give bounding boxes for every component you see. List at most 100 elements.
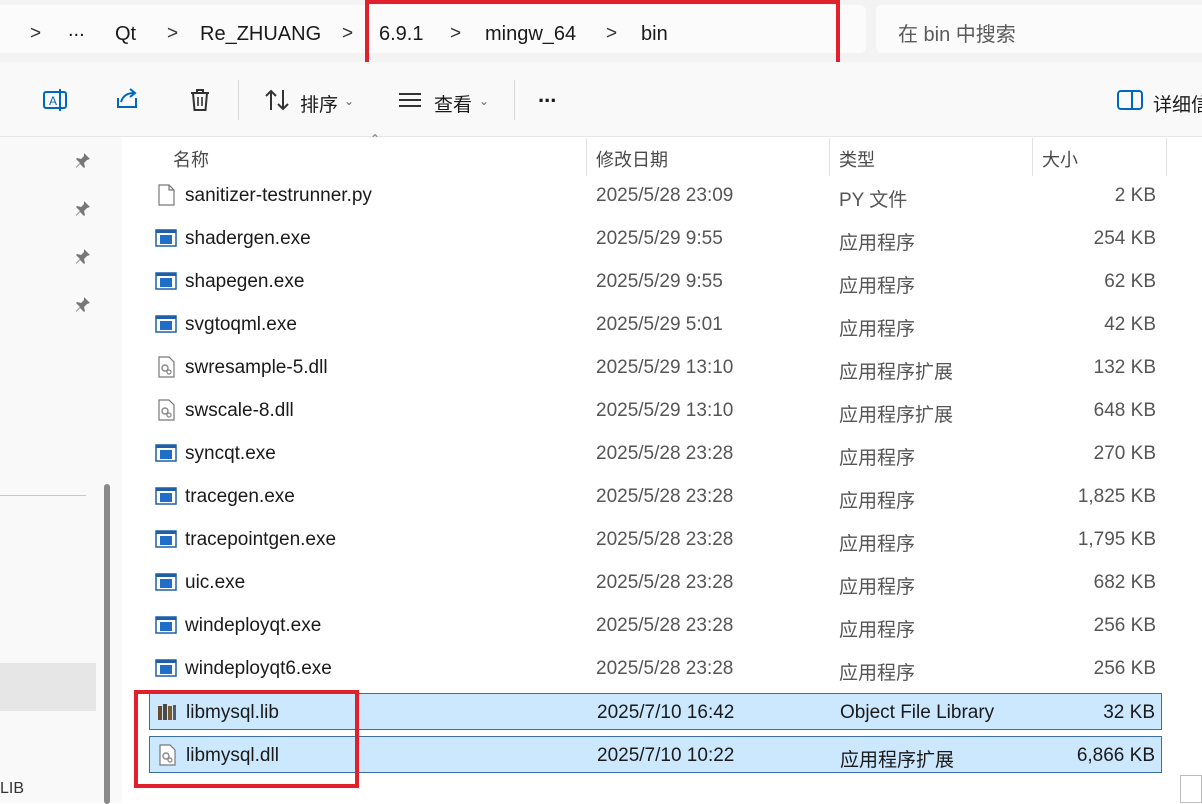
file-row[interactable]: sanitizer-testrunner.py 2025/5/28 23:09 PY… <box>149 177 1162 214</box>
file-size: 254 KB <box>1093 228 1156 249</box>
exe-icon <box>155 659 177 677</box>
toolbar-divider <box>238 80 239 120</box>
breadcrumb-qt[interactable]: Qt <box>115 23 136 46</box>
file-size: 648 KB <box>1093 400 1156 421</box>
file-row[interactable]: shapegen.exe 2025/5/29 9:55 应用程序 62 KB <box>149 263 1162 300</box>
file-type: 应用程序 <box>839 233 916 254</box>
command-bar: A 排序 ⌄ 查看 ⌄ ... 详细信 <box>0 62 1202 137</box>
file-name[interactable]: sanitizer-testrunner.py <box>185 185 372 207</box>
chevron-down-icon[interactable]: ⌄ <box>479 94 489 108</box>
file-type: 应用程序 <box>839 663 916 684</box>
file-type: 应用程序 <box>839 491 916 512</box>
file-name[interactable]: uic.exe <box>185 572 245 594</box>
nav-selected-item[interactable] <box>0 663 96 711</box>
sort-ascending-icon: ⌃ <box>370 132 381 146</box>
file-date: 2025/5/28 23:28 <box>596 658 734 679</box>
file-type: PY 文件 <box>839 190 908 211</box>
exe-icon <box>155 315 177 333</box>
file-size: 682 KB <box>1093 572 1156 593</box>
file-date: 2025/5/29 13:10 <box>596 357 734 378</box>
file-date: 2025/5/29 5:01 <box>596 314 723 335</box>
file-row[interactable]: tracepointgen.exe 2025/5/28 23:28 应用程序 1,79… <box>149 521 1162 558</box>
exe-icon <box>155 530 177 548</box>
file-name[interactable]: tracegen.exe <box>185 486 295 508</box>
file-name[interactable]: shapegen.exe <box>185 271 304 293</box>
delete-icon[interactable] <box>186 86 214 114</box>
file-row[interactable]: shadergen.exe 2025/5/29 9:55 应用程序 254 KB <box>149 220 1162 257</box>
file-type: Object File Library <box>840 702 995 723</box>
pin-icon[interactable] <box>74 151 92 169</box>
file-row[interactable]: svgtoqml.exe 2025/5/29 5:01 应用程序 42 KB <box>149 306 1162 343</box>
pin-icon[interactable] <box>74 199 92 217</box>
file-row[interactable]: syncqt.exe 2025/5/28 23:28 应用程序 270 KB <box>149 435 1162 472</box>
breadcrumb-overflow[interactable]: ... <box>68 19 85 42</box>
dll-icon <box>158 399 175 421</box>
share-icon[interactable] <box>113 86 141 114</box>
column-header-name[interactable]: 名称 <box>173 146 209 172</box>
file-name[interactable]: tracepointgen.exe <box>185 529 336 551</box>
file-row[interactable]: windeployqt.exe 2025/5/28 23:28 应用程序 256 KB <box>149 607 1162 644</box>
file-type: 应用程序扩展 <box>840 750 955 771</box>
column-header-type[interactable]: 类型 <box>839 146 875 172</box>
search-placeholder: 在 bin 中搜索 <box>898 24 1016 46</box>
file-name[interactable]: syncqt.exe <box>185 443 276 465</box>
file-date: 2025/7/10 16:42 <box>597 702 735 723</box>
file-size: 256 KB <box>1093 658 1156 679</box>
file-date: 2025/5/28 23:28 <box>596 529 734 550</box>
column-header-date[interactable]: 修改日期 <box>596 146 668 172</box>
chevron-right-icon: > <box>30 23 42 44</box>
chevron-right-icon[interactable]: > <box>167 23 178 45</box>
file-date: 2025/5/28 23:09 <box>596 185 734 206</box>
search-box[interactable]: 在 bin 中搜索 <box>876 5 1202 53</box>
details-pane-button[interactable]: 详细信 <box>1153 90 1202 117</box>
toolbar-divider <box>514 80 515 120</box>
details-pane-icon[interactable] <box>1116 86 1144 114</box>
file-date: 2025/5/28 23:28 <box>596 615 734 636</box>
file-type: 应用程序 <box>839 534 916 555</box>
view-button[interactable]: 查看 <box>434 90 472 117</box>
file-name[interactable]: swscale-8.dll <box>185 400 294 422</box>
file-date: 2025/5/28 23:28 <box>596 572 734 593</box>
file-name[interactable]: windeployqt6.exe <box>185 658 332 680</box>
more-options-button[interactable]: ... <box>538 82 556 108</box>
file-name[interactable]: svgtoqml.exe <box>185 314 297 336</box>
file-row[interactable]: swscale-8.dll 2025/5/29 13:10 应用程序扩展 648 KB <box>149 392 1162 429</box>
breadcrumb-re-zhuang[interactable]: Re_ZHUANG <box>200 23 321 46</box>
file-row[interactable]: windeployqt6.exe 2025/5/28 23:28 应用程序 256 K… <box>149 650 1162 687</box>
column-header-size[interactable]: 大小 <box>1042 146 1078 172</box>
file-type: 应用程序 <box>839 620 916 641</box>
sort-icon[interactable] <box>263 86 291 114</box>
pin-icon[interactable] <box>74 247 92 265</box>
rename-icon[interactable]: A <box>41 86 69 114</box>
nav-scrollbar[interactable] <box>104 484 110 804</box>
file-name[interactable]: shadergen.exe <box>185 228 311 250</box>
file-size: 32 KB <box>1103 702 1155 723</box>
column-divider[interactable] <box>829 138 830 176</box>
column-divider[interactable] <box>1166 138 1167 176</box>
column-divider[interactable] <box>1032 138 1033 176</box>
file-size: 132 KB <box>1093 357 1156 378</box>
sort-button[interactable]: 排序 <box>300 90 338 117</box>
file-type: 应用程序 <box>839 577 916 598</box>
view-icon[interactable] <box>396 86 424 114</box>
file-type: 应用程序扩展 <box>839 405 954 426</box>
file-row[interactable]: uic.exe 2025/5/28 23:28 应用程序 682 KB <box>149 564 1162 601</box>
file-type: 应用程序扩展 <box>839 362 954 383</box>
file-date: 2025/5/28 23:28 <box>596 443 734 464</box>
file-date: 2025/5/28 23:28 <box>596 486 734 507</box>
file-size: 6,866 KB <box>1076 745 1155 766</box>
column-divider[interactable] <box>586 138 587 176</box>
exe-icon <box>155 444 177 462</box>
nav-divider <box>0 495 86 496</box>
file-type: 应用程序 <box>839 319 916 340</box>
pin-icon[interactable] <box>74 295 92 313</box>
chevron-right-icon[interactable]: > <box>342 23 353 45</box>
file-name[interactable]: windeployqt.exe <box>185 615 321 637</box>
dll-icon <box>158 356 175 378</box>
file-icon <box>158 184 175 206</box>
annotation-highlight-box <box>365 0 840 67</box>
chevron-down-icon[interactable]: ⌄ <box>344 94 354 108</box>
file-row[interactable]: swresample-5.dll 2025/5/29 13:10 应用程序扩展 132… <box>149 349 1162 386</box>
file-name[interactable]: swresample-5.dll <box>185 357 328 379</box>
file-row[interactable]: tracegen.exe 2025/5/28 23:28 应用程序 1,825 KB <box>149 478 1162 515</box>
